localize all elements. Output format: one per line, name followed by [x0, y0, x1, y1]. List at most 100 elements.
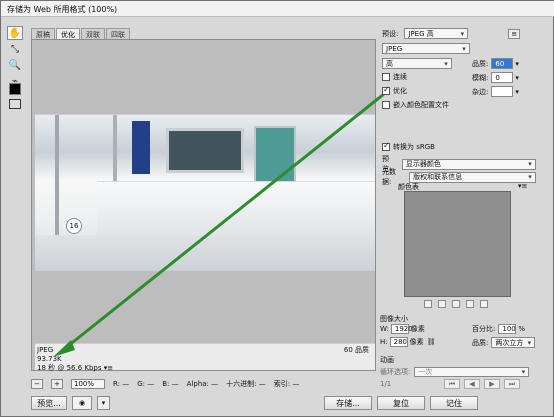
title-bar: 存储为 Web 所用格式 (100%): [1, 1, 554, 17]
window-title: 存储为 Web 所用格式 (100%): [7, 5, 118, 14]
first-frame-icon[interactable]: ⏮: [444, 379, 460, 389]
progressive-label: 连续: [393, 73, 407, 81]
hospital-beds: [97, 181, 375, 239]
width-input[interactable]: 1920: [390, 324, 413, 334]
new-color-icon[interactable]: [466, 300, 474, 308]
hex-value: 十六进制: —: [226, 380, 266, 388]
footer-right: 存储... 复位 记住: [324, 396, 478, 410]
quality-label: 品质:: [472, 59, 489, 68]
quality-info: 60 品质: [343, 346, 369, 354]
status-bar: − + 100% R: — G: — B: — Alpha: — 十六进制: —…: [31, 378, 376, 390]
chevron-down-icon: ▾: [460, 29, 465, 38]
preview-image: 16: [35, 114, 375, 271]
optimized-checkbox[interactable]: [382, 85, 390, 95]
embed-profile-label: 嵌入颜色配置文件: [393, 101, 449, 109]
animation-frame-controls: 1/1 ⏮ ◀ ▶ ⏭: [380, 379, 536, 389]
format-info: JPEG: [37, 346, 54, 354]
hand-tool-icon[interactable]: ✋: [7, 26, 23, 40]
lock-color-icon[interactable]: [438, 300, 446, 308]
color-table-menu-icon[interactable]: ▾≡: [518, 182, 527, 190]
wall-window: [166, 128, 244, 173]
zoom-in-icon[interactable]: +: [51, 379, 63, 389]
compression-quality-select[interactable]: 高 ▾: [382, 58, 452, 69]
convert-srgb-label: 转换为 sRGB: [393, 143, 435, 151]
height-unit: 像素: [409, 338, 424, 346]
index-value: 索引: —: [273, 380, 300, 388]
play-icon[interactable]: ▶: [484, 379, 500, 389]
chevron-down-icon: ▾: [527, 338, 532, 347]
green-value: G: —: [137, 380, 155, 388]
prev-frame-icon[interactable]: ◀: [464, 379, 480, 389]
convert-srgb-checkbox[interactable]: [382, 141, 390, 151]
red-value: R: —: [113, 380, 130, 388]
quality-input[interactable]: 60: [491, 58, 514, 69]
quality-stepper-icon[interactable]: ▾: [515, 60, 519, 68]
blur-stepper-icon[interactable]: ▾: [515, 74, 519, 82]
reset-button[interactable]: 复位: [377, 396, 425, 410]
loop-select[interactable]: 一次 ▾: [414, 367, 530, 377]
matte-stepper-icon[interactable]: ▾: [515, 88, 519, 96]
percent-label: 百分比:: [472, 325, 496, 333]
settings-panel: 预设: JPEG 高 ▾ ≡ JPEG ▾ 高 ▾ 品质: 60 ▾ 连续 模糊: 0…: [380, 28, 536, 389]
width-unit: 像素: [410, 325, 425, 333]
delete-color-icon[interactable]: [480, 300, 488, 308]
blur-input[interactable]: 0: [491, 72, 514, 83]
format-select[interactable]: JPEG ▾: [382, 43, 470, 54]
width-label: W:: [380, 325, 389, 333]
preview-button[interactable]: 预览...: [31, 396, 67, 410]
slice-select-icon[interactable]: ⤡: [7, 42, 23, 56]
floor-area: [35, 235, 375, 270]
embed-profile-checkbox[interactable]: [382, 101, 390, 109]
chevron-down-icon: ▾: [521, 368, 526, 376]
metadata-select[interactable]: 版权和联系信息 ▾: [409, 171, 536, 183]
color-swatch[interactable]: [9, 83, 21, 95]
optimized-label: 优化: [393, 87, 407, 95]
animation-label: 动画: [380, 356, 394, 364]
percent-unit: %: [518, 325, 526, 333]
loop-options: 循环选项: 一次 ▾: [380, 367, 530, 377]
alpha-value: Alpha: —: [186, 380, 219, 388]
matte-input[interactable]: [491, 86, 514, 97]
map-color-icon[interactable]: [424, 300, 432, 308]
chevron-down-icon: ▾: [444, 59, 448, 68]
matte-label: 杂边:: [472, 87, 489, 96]
color-table[interactable]: [404, 191, 511, 297]
download-time-info: 18 秒 @ 56.6 Kbps ▾≡: [37, 364, 114, 372]
web-snap-icon[interactable]: [452, 300, 460, 308]
preset-select[interactable]: JPEG 高 ▾: [404, 28, 469, 39]
size-info: 93.73K: [37, 355, 62, 363]
preview-canvas[interactable]: 16 JPEG 93.73K 18 秒 @ 56.6 Kbps ▾≡ 60 品质: [31, 39, 376, 372]
color-table-tools: [424, 300, 488, 308]
height-label: H:: [380, 338, 388, 346]
link-icon[interactable]: ⛓: [427, 338, 436, 346]
optimization-info: JPEG 93.73K 18 秒 @ 56.6 Kbps ▾≡ 60 品质: [35, 343, 375, 372]
resample-select[interactable]: 两次立方 ▾: [491, 337, 536, 348]
progressive-checkbox[interactable]: [382, 73, 390, 81]
teal-door: [254, 126, 296, 183]
browser-icon[interactable]: ◉: [72, 396, 92, 410]
zoom-out-icon[interactable]: −: [31, 379, 43, 389]
loop-label: 循环选项:: [380, 368, 411, 376]
browser-menu-chevron-icon[interactable]: ▾: [97, 396, 110, 410]
frame-counter: 1/1: [380, 380, 392, 388]
image-size-label: 图像大小: [380, 315, 408, 323]
preset-label: 预设:: [382, 29, 399, 38]
zoom-select[interactable]: 100%: [71, 379, 105, 389]
next-frame-icon[interactable]: ⏭: [504, 379, 520, 389]
blue-value: B: —: [162, 380, 179, 388]
chevron-down-icon: ▾: [528, 173, 532, 181]
percent-input[interactable]: 100: [498, 324, 517, 334]
height-input[interactable]: 280: [389, 337, 408, 347]
preview-slices-toggle-icon[interactable]: [9, 99, 21, 109]
zoom-icon[interactable]: 🔍: [7, 58, 23, 72]
bed-number-marker: 16: [66, 218, 82, 234]
chevron-down-icon: ▾: [462, 44, 466, 53]
resample-label: 品质:: [472, 338, 489, 347]
blur-label: 模糊:: [472, 73, 489, 82]
remember-button[interactable]: 记住: [430, 396, 478, 410]
blue-bag: [132, 121, 150, 174]
settings-menu-icon[interactable]: ≡: [508, 28, 521, 39]
save-button[interactable]: 存储...: [324, 396, 372, 410]
footer-left: 预览... ◉ ▾: [31, 396, 110, 410]
save-for-web-window: 存储为 Web 所用格式 (100%) ✋ ⤡ 🔍 ⌁ 原稿 优化 双联 四联 …: [0, 0, 554, 417]
